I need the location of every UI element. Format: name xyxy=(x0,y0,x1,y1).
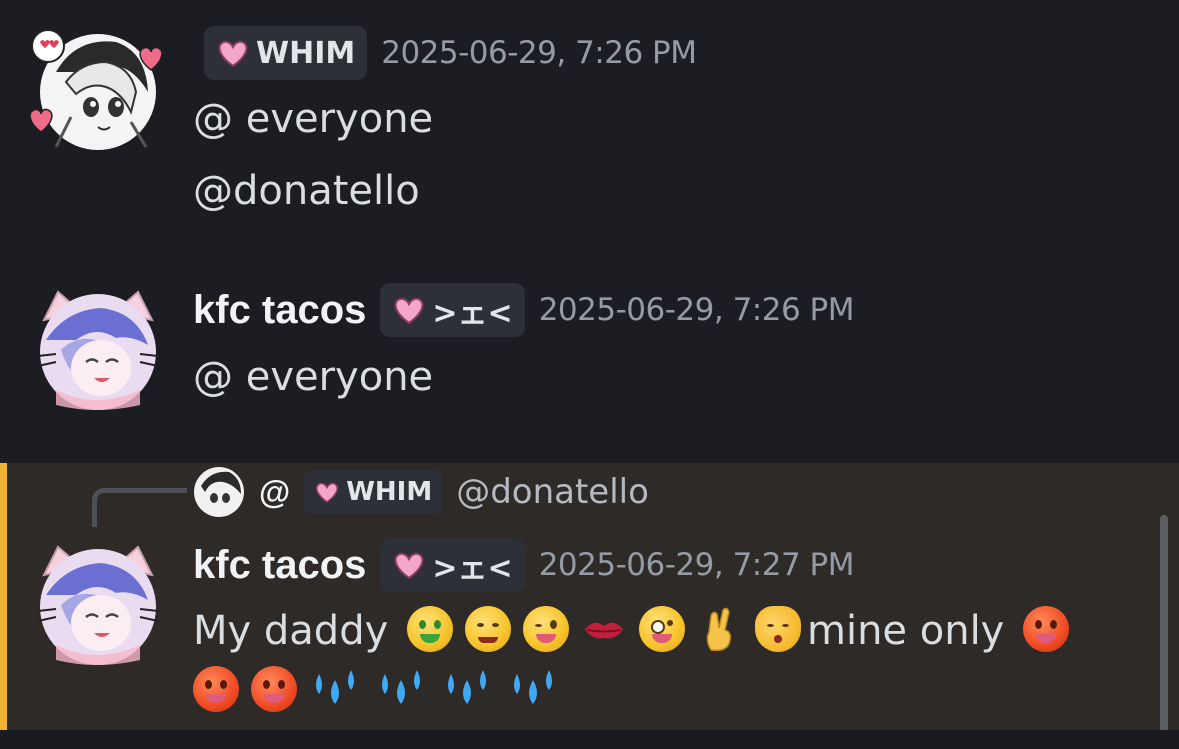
sweat-droplets-icon xyxy=(441,666,495,712)
cat-ear-girl-avatar-icon xyxy=(37,545,159,665)
reply-at-symbol: @ xyxy=(259,473,291,510)
message-line-2 xyxy=(193,666,567,714)
reply-role-tag[interactable]: WHIM xyxy=(304,470,443,514)
pink-heart-icon xyxy=(139,46,163,71)
crossed-fingers-icon xyxy=(697,606,743,652)
heart-icon xyxy=(218,40,248,67)
timestamp: 2025-06-29, 7:27 PM xyxy=(538,547,855,583)
avatar[interactable] xyxy=(36,290,159,410)
heart-eyes-bubble-icon xyxy=(31,29,65,63)
role-tag-label: >ェ< xyxy=(432,296,513,331)
kiss-mark-icon xyxy=(581,606,627,652)
reply-role-tag-label: WHIM xyxy=(346,477,433,507)
hot-face-icon xyxy=(1023,606,1070,652)
reply-avatar-icon xyxy=(194,467,244,517)
message-line: @ everyone xyxy=(193,354,434,400)
sweat-droplets-icon xyxy=(507,666,561,712)
message-line: @ everyone xyxy=(193,96,434,142)
role-tag[interactable]: >ェ< xyxy=(380,538,525,592)
heart-icon xyxy=(395,297,424,324)
reply-connector-line xyxy=(92,488,187,527)
timestamp: 2025-06-29, 7:26 PM xyxy=(381,35,697,71)
pink-heart-icon xyxy=(29,108,53,133)
username[interactable]: kfc tacos xyxy=(193,288,366,333)
heart-icon xyxy=(395,552,424,579)
reply-preview-text: @donatello xyxy=(456,472,649,512)
role-tag[interactable]: >ェ< xyxy=(380,283,525,337)
smiling-face-with-hearts-icon xyxy=(464,606,511,652)
reply-reference[interactable]: @ WHIM @donatello xyxy=(193,466,649,518)
role-tag[interactable]: WHIM xyxy=(204,26,368,80)
message-line: @donatello xyxy=(193,168,420,214)
role-tag-label: WHIM xyxy=(256,35,356,71)
role-tag-label: >ェ< xyxy=(432,551,513,586)
timestamp: 2025-06-29, 7:26 PM xyxy=(538,292,855,328)
bottom-edge xyxy=(0,730,1179,749)
sweat-droplets-icon xyxy=(309,666,363,712)
cat-ear-girl-avatar-icon xyxy=(37,290,159,410)
message-line-1: My daddy mine only xyxy=(193,606,1075,654)
mention-highlight-bar xyxy=(0,463,7,730)
zany-face-icon xyxy=(638,606,685,652)
message-text: mine only xyxy=(806,608,1005,654)
message-text: My daddy xyxy=(193,608,389,654)
avatar[interactable] xyxy=(36,545,159,665)
sweat-droplets-icon xyxy=(375,666,429,712)
heart-icon xyxy=(316,482,339,503)
winking-face-with-tongue-icon xyxy=(522,606,569,652)
kissing-cat-icon xyxy=(754,606,801,652)
username[interactable]: kfc tacos xyxy=(193,543,366,588)
hot-face-icon xyxy=(193,666,239,712)
avatar[interactable] xyxy=(29,29,163,152)
money-mouth-face-icon xyxy=(406,606,453,652)
hot-face-icon xyxy=(251,666,297,712)
scrollbar-thumb[interactable] xyxy=(1160,515,1168,749)
